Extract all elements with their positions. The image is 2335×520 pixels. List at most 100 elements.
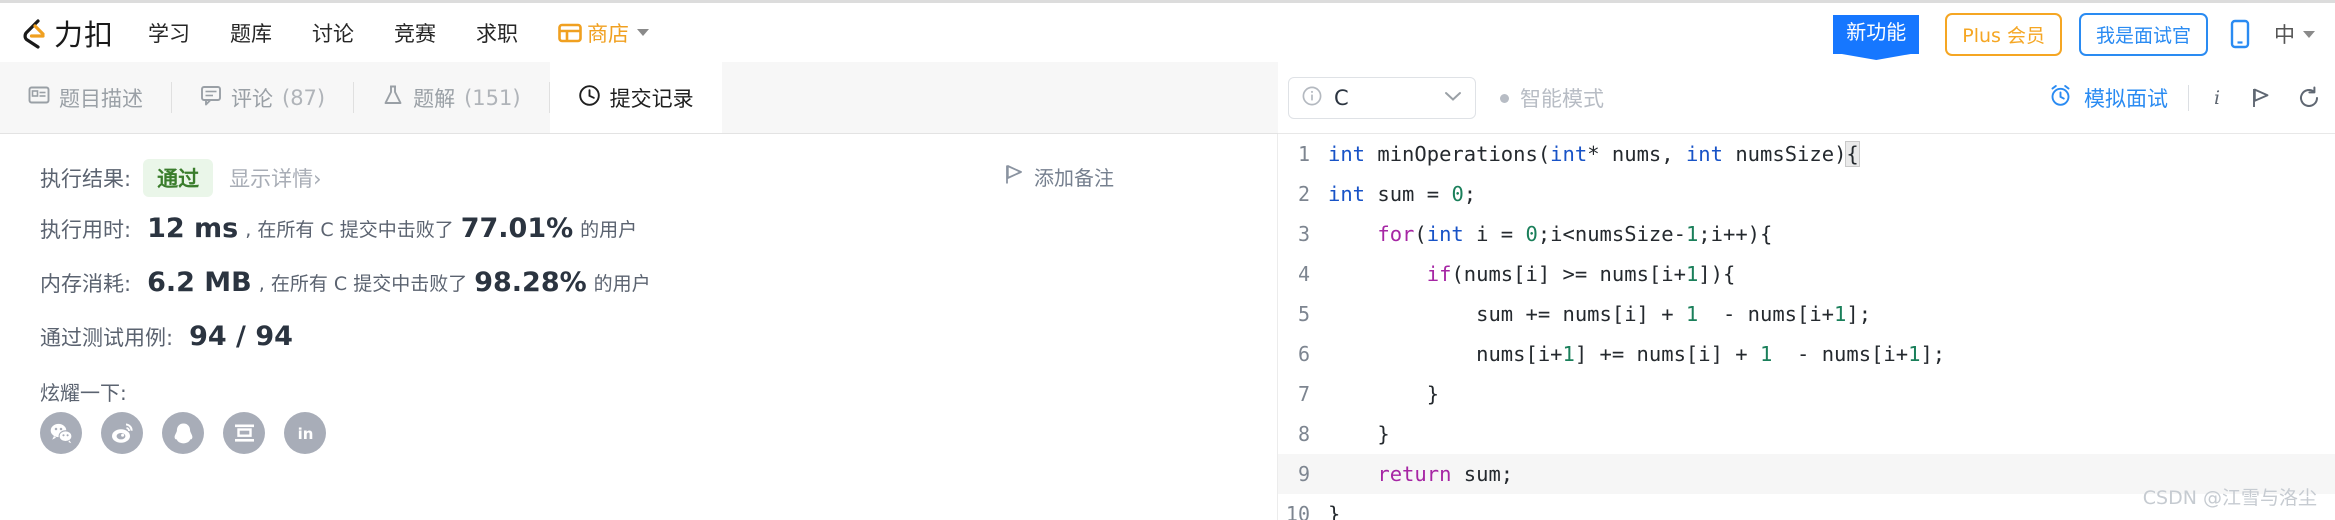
douban-share-icon[interactable]	[223, 412, 265, 454]
tab-description-label: 题目描述	[59, 86, 143, 111]
line-number: 9	[1297, 462, 1310, 486]
qq-share-icon[interactable]	[162, 412, 204, 454]
editor-toolbar-right: 模拟面试 i	[2048, 62, 2321, 134]
chevron-down-icon	[2303, 30, 2315, 38]
chevron-down-icon	[637, 29, 650, 36]
tab-submissions[interactable]: 提交记录	[549, 62, 722, 133]
runtime-row: 执行用时: 12 ms , 在所有 C 提交中击败了 77.01% 的用户	[40, 213, 640, 244]
testcase-row: 通过测试用例: 94 / 94	[40, 321, 297, 352]
clock-icon	[578, 84, 601, 112]
mobile-phone-icon[interactable]	[2230, 19, 2250, 49]
mock-interview-label: 模拟面试	[2084, 87, 2168, 111]
language-switcher[interactable]: 中	[2274, 19, 2315, 49]
italic-info-icon[interactable]: i	[2209, 86, 2225, 110]
runtime-percentile: 77.01%	[460, 213, 574, 244]
tab-comments-count: (87)	[282, 85, 326, 110]
memory-value: 6.2 MB	[147, 267, 252, 298]
flask-icon	[382, 84, 404, 111]
play-flag-icon[interactable]	[2251, 86, 2271, 110]
nav-item-store[interactable]: 商店	[558, 18, 650, 48]
new-feature-ribbon[interactable]: 新功能	[1833, 14, 1920, 54]
exec-result-label: 执行结果:	[40, 167, 132, 191]
show-detail-link[interactable]: 显示详情›	[229, 163, 321, 193]
nav-item-study[interactable]: 学习	[148, 18, 190, 48]
code-line: 4 if(nums[i] >= nums[i+1]){	[1278, 254, 2335, 294]
code-line: 6 nums[i+1] += nums[i] + 1 - nums[i+1];	[1278, 334, 2335, 374]
runtime-label: 执行用时:	[40, 217, 132, 242]
weibo-share-icon[interactable]	[101, 412, 143, 454]
memory-mid-text: , 在所有 C 提交中击败了	[258, 273, 468, 295]
site-logo-text: 力扣	[54, 17, 115, 52]
memory-label: 内存消耗:	[40, 271, 132, 296]
code-editor-panel: C 智能模式 模拟面试 i 1 int minOperations(int* n…	[1278, 77, 2335, 520]
line-number: 4	[1297, 262, 1310, 286]
code-text: nums[i+1] += nums[i] + 1 - nums[i+1];	[1328, 342, 1946, 366]
tab-solutions-label: 题解	[413, 86, 456, 111]
memory-percentile: 98.28%	[474, 267, 587, 298]
mock-interview-button[interactable]: 模拟面试	[2048, 83, 2168, 113]
code-text: if(nums[i] >= nums[i+1]){	[1426, 262, 1736, 286]
line-number: 5	[1297, 302, 1310, 326]
memory-suffix-text: 的用户	[593, 273, 651, 295]
show-detail-chevron-icon: ›	[313, 167, 322, 191]
plus-member-button[interactable]: Plus 会员	[1945, 12, 2062, 56]
wechat-share-icon[interactable]	[40, 412, 82, 454]
tab-solutions[interactable]: 题解 (151)	[354, 62, 548, 133]
info-circle-icon	[1301, 85, 1323, 112]
line-number: 8	[1297, 422, 1310, 446]
share-icon-group: in	[40, 412, 326, 454]
tab-solutions-count: (151)	[464, 85, 521, 110]
code-text: sum += nums[i] + 1 - nums[i+1];	[1328, 302, 1872, 326]
chevron-down-icon	[1443, 89, 1463, 108]
runtime-mid-text: , 在所有 C 提交中击败了	[245, 219, 454, 241]
smart-mode-label: 智能模式	[1520, 87, 1604, 111]
code-text: int sum = 0;	[1328, 182, 1477, 206]
code-line: 2 int sum = 0;	[1278, 174, 2335, 214]
line-number: 2	[1297, 182, 1310, 206]
code-text: int minOperations(int* nums, int numsSiz…	[1328, 141, 1860, 167]
smart-mode-toggle[interactable]: 智能模式	[1500, 83, 1604, 113]
share-label: 炫耀一下:	[40, 381, 127, 405]
runtime-suffix-text: 的用户	[580, 219, 638, 241]
nav-item-jobs[interactable]: 求职	[476, 18, 518, 48]
nav-item-contest[interactable]: 竞赛	[394, 18, 436, 48]
top-navigation-bar: 力扣 学习 题库 讨论 竞赛 求职 商店 新功能 Plus 会员 我是面试官 中	[0, 0, 2335, 62]
site-logo[interactable]: 力扣	[18, 12, 114, 54]
tab-comments[interactable]: 评论 (87)	[172, 62, 353, 133]
tab-description[interactable]: 题目描述	[0, 62, 171, 133]
testcase-label: 通过测试用例:	[40, 325, 174, 350]
submission-result-panel: 执行结果: 通过 显示详情› 添加备注 执行用时: 12 ms , 在所有 C …	[0, 134, 1278, 520]
show-detail-label: 显示详情	[229, 167, 314, 191]
code-text: }	[1328, 422, 1390, 446]
nav-item-discuss[interactable]: 讨论	[312, 18, 354, 48]
alarm-clock-icon	[2048, 83, 2073, 113]
line-number: 10	[1285, 502, 1310, 520]
comment-icon	[200, 84, 222, 111]
code-editor[interactable]: 1 int minOperations(int* nums, int numsS…	[1278, 134, 2335, 520]
status-badge: 通过	[143, 159, 214, 197]
code-line: 1 int minOperations(int* nums, int numsS…	[1278, 134, 2335, 174]
code-line: 5 sum += nums[i] + 1 - nums[i+1];	[1278, 294, 2335, 334]
store-icon	[558, 22, 582, 44]
toolbar-divider	[2188, 85, 2189, 111]
top-nav-right-group: 新功能 Plus 会员 我是面试官 中	[1833, 3, 2315, 65]
language-select[interactable]: C	[1288, 77, 1476, 119]
line-number: 1	[1297, 142, 1310, 166]
nav-item-problems[interactable]: 题库	[230, 18, 272, 48]
tab-comments-label: 评论	[231, 86, 273, 111]
primary-nav: 学习 题库 讨论 竞赛 求职 商店	[148, 18, 689, 48]
memory-row: 内存消耗: 6.2 MB , 在所有 C 提交中击败了 98.28% 的用户	[40, 267, 654, 298]
line-number: 3	[1297, 222, 1310, 246]
language-select-value: C	[1334, 86, 1349, 110]
status-dot-icon	[1500, 93, 1509, 103]
add-note-button[interactable]: 添加备注	[1005, 162, 1114, 191]
nav-item-store-label: 商店	[587, 21, 630, 46]
reset-icon[interactable]	[2297, 86, 2321, 110]
linkedin-share-icon[interactable]: in	[284, 412, 326, 454]
problem-tabs: 题目描述 评论 (87) 题解 (151) 提交记录	[0, 62, 1278, 134]
leetcode-submission-page: 力扣 学习 题库 讨论 竞赛 求职 商店 新功能 Plus 会员 我是面试官 中…	[0, 0, 2335, 520]
line-number: 7	[1297, 382, 1310, 406]
interviewer-button[interactable]: 我是面试官	[2078, 12, 2208, 56]
svg-text:in: in	[297, 425, 313, 443]
code-text: }	[1328, 502, 1341, 520]
